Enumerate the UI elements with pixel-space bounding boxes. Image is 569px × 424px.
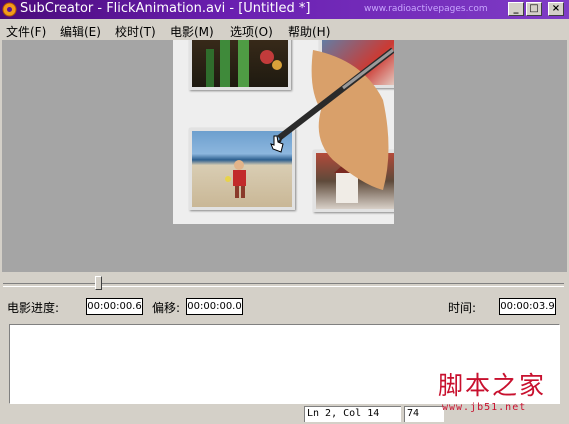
time-label: 时间: (448, 301, 477, 315)
time-value: 00:00:03.9 (499, 298, 556, 315)
watermark-text: 脚本之家 (438, 371, 547, 400)
menu-movie[interactable]: 电影(M) (170, 23, 214, 40)
app-window: SubCreator - FlickAnimation.avi - [Untit… (0, 0, 569, 424)
menu-file[interactable]: 文件(F) (6, 23, 46, 40)
menu-bar: 文件(F) 编辑(E) 校时(T) 电影(M) 选项(O) 帮助(H) (0, 19, 569, 40)
maximize-button[interactable]: □ (526, 2, 542, 16)
offset-value[interactable]: 00:00:00.0 (186, 298, 243, 315)
window-title: SubCreator - FlickAnimation.avi - [Untit… (20, 1, 311, 16)
progress-label: 电影进度: (7, 301, 60, 315)
hand-pen-image (275, 47, 394, 190)
status-cursor-position: Ln 2, Col 14 (304, 406, 401, 422)
watermark-url: www.jb51.net (442, 402, 527, 413)
app-logo-icon (2, 2, 17, 17)
menu-timing[interactable]: 校时(T) (115, 23, 156, 40)
title-bar[interactable]: SubCreator - FlickAnimation.avi - [Untit… (0, 0, 569, 19)
window-title-url: www.radioactivepages.com (364, 4, 488, 14)
video-preview-area[interactable] (2, 40, 567, 272)
menu-help[interactable]: 帮助(H) (288, 23, 330, 40)
minimize-button[interactable]: _ (508, 2, 524, 16)
pointer-cursor-icon (270, 135, 284, 153)
menu-edit[interactable]: 编辑(E) (60, 23, 101, 40)
close-button[interactable]: × (548, 2, 564, 16)
status-extra: 74 (404, 406, 444, 422)
playback-slider-track[interactable] (3, 283, 564, 287)
menu-options[interactable]: 选项(O) (230, 23, 273, 40)
video-frame (173, 40, 394, 224)
offset-label: 偏移: (152, 301, 181, 315)
playback-slider-thumb[interactable] (95, 276, 102, 290)
progress-value: 00:00:00.6 (86, 298, 143, 315)
